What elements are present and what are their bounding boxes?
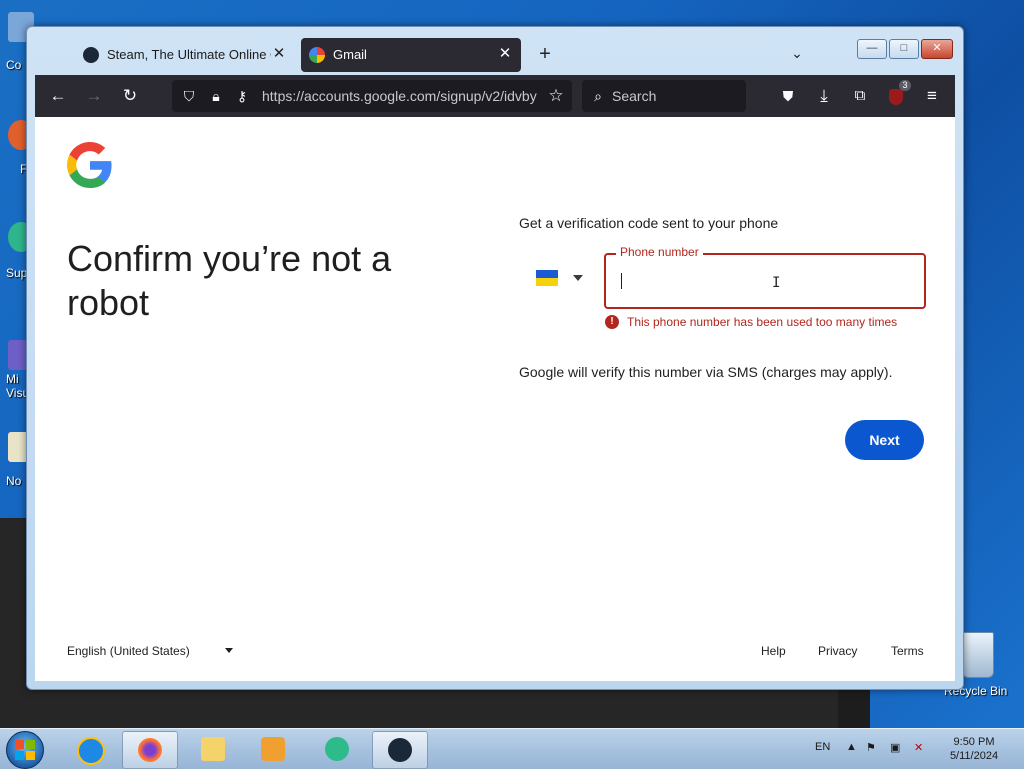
- chat-app-icon: [325, 737, 349, 761]
- key-icon[interactable]: ⚷: [230, 84, 254, 108]
- extension-badge: 3: [899, 80, 911, 91]
- firefox-icon: [138, 738, 162, 762]
- ukraine-flag-icon[interactable]: [536, 270, 558, 286]
- tab-gmail[interactable]: Gmail ✕: [301, 38, 521, 72]
- text-caret: [621, 273, 622, 289]
- media-player-icon: [261, 737, 285, 761]
- clock-time: 9:50 PM: [953, 736, 995, 748]
- close-tab-icon[interactable]: ✕: [271, 46, 287, 62]
- system-clock[interactable]: 9:50 PM 5/11/2024: [936, 735, 1012, 763]
- menu-icon[interactable]: ≡: [920, 84, 944, 108]
- sms-note: Google will verify this number via SMS (…: [519, 364, 893, 380]
- search-placeholder: Search: [612, 88, 657, 104]
- taskbar-steam[interactable]: [372, 731, 428, 769]
- pocket-icon[interactable]: ⛊: [776, 84, 800, 108]
- url-bar[interactable]: ⛉ 🔒︎ ⚷ https://accounts.google.com/signu…: [172, 80, 572, 112]
- minimize-button[interactable]: —: [857, 39, 887, 59]
- url-text[interactable]: https://accounts.google.com/signup/v2/id…: [262, 88, 542, 104]
- desktop-icon-label: Sup: [6, 266, 28, 280]
- steam-icon: [388, 738, 412, 762]
- error-icon: !: [605, 315, 619, 329]
- phone-number-label: Phone number: [616, 245, 703, 259]
- phone-error-message: This phone number has been used too many…: [627, 315, 898, 329]
- tab-bar: Steam, The Ultimate Online Game Platform…: [35, 35, 955, 75]
- taskbar-chat-app[interactable]: [310, 731, 364, 767]
- lock-icon[interactable]: 🔒︎: [204, 84, 228, 108]
- search-bar[interactable]: ⌕ Search: [582, 80, 746, 112]
- tab-title: Steam, The Ultimate Online Game Platform: [107, 47, 271, 62]
- next-button[interactable]: Next: [845, 420, 924, 460]
- action-center-flag-icon[interactable]: ⚑: [866, 741, 876, 754]
- search-icon: ⌕: [594, 88, 602, 104]
- page-title: Confirm you’re not a robot: [67, 238, 392, 324]
- back-icon[interactable]: ←: [46, 84, 70, 108]
- language-dropdown-caret-icon[interactable]: [225, 648, 233, 653]
- taskbar: EN ▲ ⚑ ▣ ✕ 9:50 PM 5/11/2024: [0, 728, 1024, 769]
- terms-link[interactable]: Terms: [891, 644, 924, 658]
- shield-icon[interactable]: ⛉: [177, 84, 201, 108]
- phone-number-field[interactable]: Phone number I: [604, 245, 926, 309]
- list-all-tabs-icon[interactable]: ⌄: [787, 45, 807, 65]
- country-dropdown-caret-icon[interactable]: [573, 275, 583, 281]
- tab-title: Gmail: [333, 47, 367, 62]
- taskbar-firefox[interactable]: [122, 731, 178, 769]
- bookmark-star-icon[interactable]: ☆: [544, 84, 568, 108]
- network-icon[interactable]: ▣: [890, 741, 900, 754]
- steam-icon: [83, 47, 99, 63]
- nav-toolbar: ← → ↻ ⛉ 🔒︎ ⚷ https://accounts.google.com…: [35, 75, 955, 117]
- show-hidden-icons[interactable]: ▲: [846, 741, 857, 753]
- language-selector[interactable]: English (United States): [67, 644, 190, 658]
- tab-steam[interactable]: Steam, The Ultimate Online Game Platform…: [75, 38, 295, 72]
- google-logo: [67, 142, 112, 188]
- start-button[interactable]: [6, 731, 44, 769]
- close-window-button[interactable]: ✕: [921, 39, 953, 59]
- recycle-bin-icon: [962, 632, 994, 678]
- clock-date: 5/11/2024: [949, 750, 999, 762]
- google-signup-page: Confirm you’re not a robot Get a verific…: [35, 117, 955, 681]
- privacy-link[interactable]: Privacy: [818, 644, 857, 658]
- close-tab-icon[interactable]: ✕: [497, 46, 513, 62]
- desktop-icon-label: Co: [6, 58, 22, 72]
- desktop-icon-label: No: [6, 474, 22, 488]
- maximize-button[interactable]: □: [889, 39, 919, 59]
- browser-window: Steam, The Ultimate Online Game Platform…: [26, 26, 964, 690]
- internet-explorer-icon: [77, 737, 105, 765]
- ibeam-cursor-icon: I: [772, 275, 781, 291]
- reload-icon[interactable]: ↻: [118, 84, 142, 108]
- downloads-icon[interactable]: ⤓: [812, 84, 836, 108]
- language-indicator[interactable]: EN: [815, 741, 830, 753]
- help-link[interactable]: Help: [761, 644, 786, 658]
- folder-icon: [201, 737, 225, 761]
- verification-subtext: Get a verification code sent to your pho…: [519, 215, 779, 231]
- new-tab-button[interactable]: +: [535, 44, 555, 65]
- taskbar-file-explorer[interactable]: [186, 731, 240, 767]
- volume-muted-icon[interactable]: ✕: [914, 741, 923, 754]
- taskbar-internet-explorer[interactable]: [62, 731, 116, 767]
- extensions-icon[interactable]: ⧉: [848, 84, 872, 108]
- taskbar-media-player[interactable]: [246, 731, 300, 767]
- forward-icon[interactable]: →: [82, 84, 106, 108]
- ublock-extension-icon[interactable]: 3: [884, 80, 911, 108]
- google-icon: [309, 47, 325, 63]
